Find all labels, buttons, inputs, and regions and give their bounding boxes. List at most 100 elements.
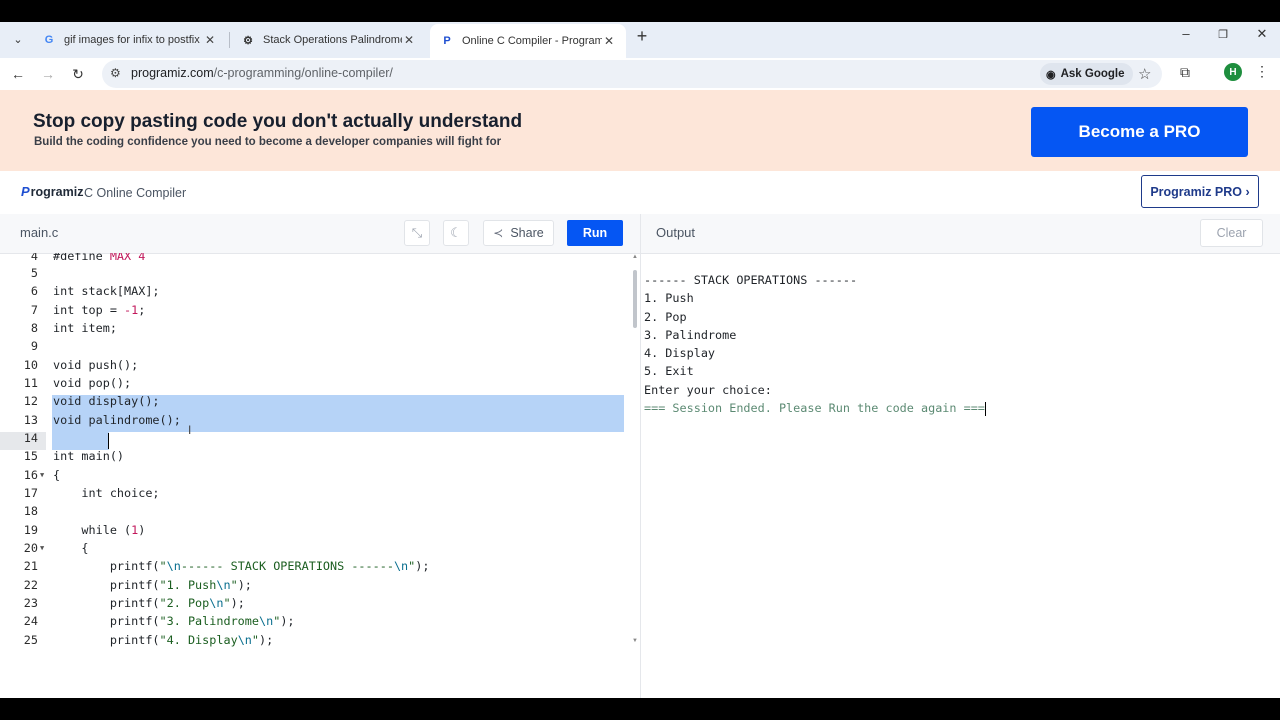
reload-icon[interactable]: ↻	[68, 64, 88, 84]
promo-banner: Stop copy pasting code you don't actuall…	[0, 90, 1280, 171]
back-arrow-icon[interactable]: ←	[8, 64, 28, 84]
code-line: 23 printf("2. Pop\n");	[23, 596, 245, 610]
dark-mode-moon-icon[interactable]: ☾	[443, 220, 469, 246]
minimize-icon[interactable]: –	[1176, 26, 1196, 41]
code-area[interactable]: 4 #define MAX 4 5 6 int stack[MAX]; 7 int t…	[0, 253, 630, 698]
output-line: ------ STACK OPERATIONS ------	[644, 273, 858, 287]
fold-arrow-icon[interactable]: ▼	[40, 539, 44, 557]
ask-google-button[interactable]: ◉ Ask Google	[1040, 63, 1133, 85]
share-label: Share	[510, 226, 544, 240]
output-line: 2. Pop	[644, 309, 687, 324]
programiz-pro-button[interactable]: Programiz PRO ›	[1141, 175, 1259, 208]
programiz-logo-icon: P	[21, 184, 30, 199]
code-line: 15 int main()	[23, 449, 125, 463]
extensions-puzzle-icon[interactable]: ⧉	[1180, 64, 1190, 81]
tab-online-c-compiler[interactable]: P Online C Compiler - Programiz ✕	[430, 24, 626, 58]
browser-menu-icon[interactable]: ⋮	[1255, 63, 1269, 80]
restore-icon[interactable]: ❐	[1213, 28, 1233, 41]
code-line: 17 int choice;	[23, 486, 160, 500]
code-line: 20 ▼ {	[23, 539, 89, 557]
scrollbar-thumb[interactable]	[633, 270, 637, 328]
promo-subtext: Build the coding confidence you need to …	[34, 136, 502, 148]
code-line: 19 while (1)	[23, 523, 146, 537]
mouse-ibeam-cursor-icon: I	[188, 423, 192, 437]
bookmark-star-icon[interactable]: ☆	[1138, 65, 1151, 83]
url-path: /c-programming/online-compiler/	[213, 66, 393, 80]
site-header: P rogramiz C Online Compiler Programiz P…	[0, 171, 1280, 215]
browser-address-row: ← → ↻ ⚙ programiz.com/c-programming/onli…	[0, 58, 1280, 91]
editor-toolbar: main.c ⤡ ☾ ≺ Share Run	[0, 214, 640, 254]
close-icon[interactable]: ✕	[602, 34, 616, 48]
logo-text: rogramiz	[30, 184, 84, 199]
share-button[interactable]: ≺ Share	[483, 220, 554, 246]
close-icon[interactable]: ✕	[203, 33, 217, 47]
close-icon[interactable]: ✕	[402, 33, 416, 47]
text-caret	[108, 433, 109, 449]
share-icon: ≺	[493, 226, 504, 240]
address-bar[interactable]: ⚙ programiz.com/c-programming/online-com…	[102, 60, 1162, 88]
tab-stack-operations[interactable]: ⚙ Stack Operations Palindrome ✕	[231, 25, 426, 55]
code-line: 11 void pop();	[23, 376, 132, 390]
url-text[interactable]: programiz.com/c-programming/online-compi…	[131, 66, 393, 80]
lens-icon: ◉	[1046, 68, 1056, 81]
code-line: 8 int item;	[30, 321, 117, 335]
code-line: 5	[30, 266, 38, 280]
session-ended-text: === Session Ended. Please Run the code a…	[644, 401, 985, 416]
file-name: main.c	[20, 225, 59, 240]
output-line: 1. Push	[644, 291, 694, 306]
output-title: Output	[656, 225, 696, 240]
site-info-icon[interactable]: ⚙	[110, 66, 121, 80]
programiz-logo[interactable]: P rogramiz	[21, 184, 83, 199]
scroll-down-arrow-icon[interactable]: ▼	[632, 638, 638, 644]
code-line: 16 ▼{	[23, 466, 61, 484]
chatgpt-icon: ⚙	[243, 34, 253, 47]
code-line: 25 printf("4. Display\n");	[23, 633, 274, 647]
code-line: 18	[23, 504, 38, 518]
tab-separator	[229, 32, 230, 48]
output-line: Enter your choice:	[644, 382, 772, 397]
google-g-icon: G	[44, 34, 54, 46]
tab-gif-images[interactable]: G gif images for infix to postfix ex ✕	[32, 25, 227, 55]
clear-button[interactable]: Clear	[1200, 219, 1263, 247]
code-editor-panel: main.c ⤡ ☾ ≺ Share Run 4 #define MAX 4 5 …	[0, 214, 640, 698]
session-ended-line: === Session Ended. Please Run the code a…	[644, 399, 986, 417]
output-panel: Output Clear ------ STACK OPERATIONS ---…	[641, 214, 1280, 698]
run-button[interactable]: Run	[567, 220, 623, 246]
output-console[interactable]: ------ STACK OPERATIONS ------ 1. Push 2…	[644, 271, 986, 417]
output-line: 4. Display	[644, 346, 716, 361]
scroll-up-arrow-icon[interactable]: ▲	[632, 254, 638, 260]
forward-arrow-icon[interactable]: →	[38, 64, 58, 84]
console-cursor	[984, 401, 986, 416]
code-line: 12 void display();	[23, 394, 160, 408]
code-line: 10 void push();	[23, 358, 139, 372]
profile-avatar[interactable]: H	[1224, 63, 1242, 81]
page-heading: C Online Compiler	[84, 186, 187, 200]
become-pro-button[interactable]: Become a PRO	[1031, 107, 1248, 157]
window-close-icon[interactable]: ✕	[1252, 26, 1272, 42]
screen-bottom-border	[0, 698, 1280, 720]
tab-title: gif images for infix to postfix ex	[64, 34, 203, 46]
tab-title: Online C Compiler - Programiz	[462, 35, 602, 47]
output-line: 3. Palindrome	[644, 327, 737, 342]
code-line: 24 printf("3. Palindrome\n");	[23, 614, 295, 628]
url-host: programiz.com	[131, 66, 214, 80]
code-line: 14	[23, 431, 38, 445]
code-line: 13 void palindrome();	[23, 413, 181, 427]
code-line: 9	[30, 339, 38, 353]
fold-arrow-icon[interactable]: ▼	[40, 466, 44, 484]
programiz-icon: P	[443, 35, 451, 47]
code-line: 6 int stack[MAX];	[30, 284, 160, 298]
code-line: 7 int top = -1;	[30, 303, 146, 317]
tab-search-chevron-icon[interactable]: ⌄	[8, 28, 28, 50]
ask-google-label: Ask Google	[1060, 68, 1125, 80]
output-line: 5. Exit	[644, 364, 694, 379]
new-tab-plus-icon[interactable]: +	[633, 26, 651, 46]
tab-title: Stack Operations Palindrome	[263, 34, 402, 46]
screen-top-border	[0, 0, 1280, 22]
code-line: 21 printf("\n------ STACK OPERATIONS ---…	[23, 559, 430, 573]
code-line: 22 printf("1. Push\n");	[23, 578, 252, 592]
output-toolbar: Output Clear	[641, 214, 1280, 254]
editor-scrollbar[interactable]: ▲ ▼	[632, 254, 638, 644]
promo-headline: Stop copy pasting code you don't actuall…	[33, 111, 523, 132]
collapse-icon[interactable]: ⤡	[404, 220, 430, 246]
